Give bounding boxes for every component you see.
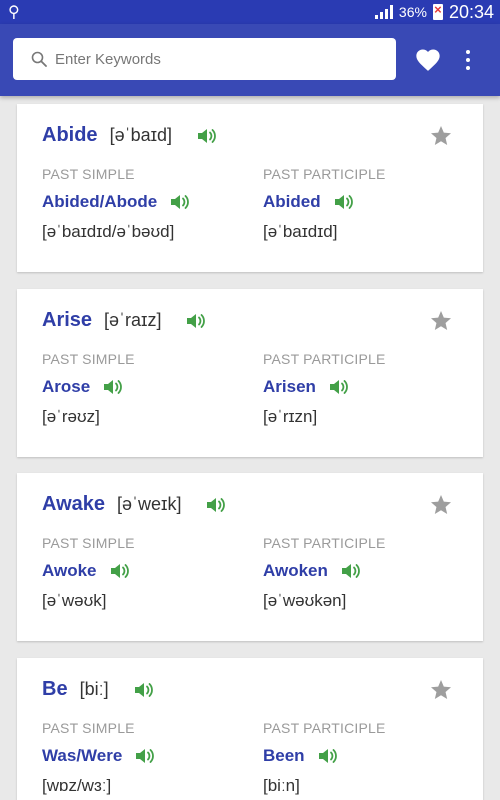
verb-base-ipa: [əˈweɪk] (117, 494, 182, 514)
verb-base-ipa: [əˈbaɪd] (109, 125, 173, 145)
search-icon (31, 51, 47, 67)
speaker-icon[interactable] (169, 192, 191, 212)
past-participle-form: Been (263, 746, 305, 765)
verb-base: Awake (42, 493, 106, 515)
past-participle-ipa: [əˈbaɪdɪd] (263, 222, 338, 241)
past-participle-column: PAST PARTICIPLE Arisen [əˈrɪzn] (263, 351, 473, 427)
speaker-icon[interactable] (133, 680, 155, 700)
speaker-icon[interactable] (134, 746, 156, 766)
past-participle-label: PAST PARTICIPLE (263, 720, 386, 736)
past-participle-ipa: [biːn] (263, 776, 300, 795)
speaker-icon[interactable] (328, 377, 350, 397)
star-icon[interactable] (429, 124, 453, 148)
past-simple-form: Awoke (42, 561, 97, 580)
past-simple-ipa: [əˈbaɪdɪd/əˈbəʊd] (42, 222, 175, 241)
speaker-icon[interactable] (205, 495, 227, 515)
past-simple-label: PAST SIMPLE (42, 535, 135, 551)
past-participle-ipa: [əˈwəʊkən] (263, 591, 347, 610)
usb-icon: ⚲ (8, 4, 20, 21)
past-participle-label: PAST PARTICIPLE (263, 166, 386, 182)
past-participle-label: PAST PARTICIPLE (263, 535, 386, 551)
speaker-icon[interactable] (317, 746, 339, 766)
verb-base-ipa: [əˈraɪz] (104, 310, 162, 330)
past-simple-ipa: [əˈrəʊz] (42, 407, 100, 426)
search-input[interactable] (55, 50, 396, 68)
past-participle-form: Abided (263, 192, 321, 211)
speaker-icon[interactable] (185, 311, 207, 331)
past-simple-label: PAST SIMPLE (42, 166, 135, 182)
verb-card[interactable]: Awake [əˈweɪk] PAST SIMPLE Awoke [əˈwəʊk… (17, 473, 483, 641)
star-icon[interactable] (429, 309, 453, 333)
past-simple-ipa: [wɒz/wɜː] (42, 776, 112, 795)
verb-base: Be (42, 678, 68, 700)
more-options-button[interactable] (458, 46, 478, 74)
speaker-icon[interactable] (340, 561, 362, 581)
speaker-icon[interactable] (102, 377, 124, 397)
past-participle-label: PAST PARTICIPLE (263, 351, 386, 367)
past-simple-form: Arose (42, 377, 91, 396)
past-participle-form: Awoken (263, 561, 328, 580)
past-simple-column: PAST SIMPLE Was/Were [wɒz/wɜː] (42, 720, 252, 796)
speaker-icon[interactable] (333, 192, 355, 212)
past-simple-form: Abided/Abode (42, 192, 158, 211)
verb-header: Abide [əˈbaɪd] (42, 124, 218, 147)
verb-card[interactable]: Be [biː] PAST SIMPLE Was/Were [wɒz/wɜː] … (17, 658, 483, 800)
star-icon[interactable] (429, 493, 453, 517)
past-participle-column: PAST PARTICIPLE Awoken [əˈwəʊkən] (263, 535, 473, 611)
verb-base: Arise (42, 309, 93, 331)
past-simple-column: PAST SIMPLE Awoke [əˈwəʊk] (42, 535, 252, 611)
past-simple-form: Was/Were (42, 746, 123, 765)
past-participle-column: PAST PARTICIPLE Abided [əˈbaɪdɪd] (263, 166, 473, 242)
status-indicators: 36% 20:34 (374, 0, 494, 24)
speaker-icon[interactable] (109, 561, 131, 581)
verb-card[interactable]: Arise [əˈraɪz] PAST SIMPLE Arose [əˈrəʊz… (17, 289, 483, 457)
past-participle-form: Arisen (263, 377, 316, 396)
verb-header: Arise [əˈraɪz] (42, 309, 207, 332)
clock: 20:34 (448, 1, 494, 22)
app-bar (0, 24, 500, 96)
favorites-button[interactable] (414, 46, 442, 74)
past-simple-column: PAST SIMPLE Abided/Abode [əˈbaɪdɪd/əˈbəʊ… (42, 166, 252, 242)
more-vert-icon (466, 50, 470, 54)
status-bar: ⚲ 36% 20:34 (0, 0, 500, 24)
verb-header: Awake [əˈweɪk] (42, 493, 227, 516)
verb-base-ipa: [biː] (79, 679, 109, 699)
past-simple-column: PAST SIMPLE Arose [əˈrəʊz] (42, 351, 252, 427)
verb-base: Abide (42, 124, 98, 146)
signal-icon (374, 5, 393, 19)
battery-icon (432, 2, 443, 20)
heart-icon (416, 49, 440, 71)
star-icon[interactable] (429, 678, 453, 702)
verb-header: Be [biː] (42, 678, 155, 701)
past-participle-ipa: [əˈrɪzn] (263, 407, 318, 426)
speaker-icon[interactable] (196, 126, 218, 146)
past-simple-label: PAST SIMPLE (42, 720, 135, 736)
battery-percent: 36% (398, 4, 427, 20)
verb-list[interactable]: Abide [əˈbaɪd] PAST SIMPLE Abided/Abode … (0, 96, 500, 800)
past-participle-column: PAST PARTICIPLE Been [biːn] (263, 720, 473, 796)
past-simple-label: PAST SIMPLE (42, 351, 135, 367)
past-simple-ipa: [əˈwəʊk] (42, 591, 107, 610)
search-box[interactable] (13, 38, 396, 80)
verb-card[interactable]: Abide [əˈbaɪd] PAST SIMPLE Abided/Abode … (17, 104, 483, 272)
